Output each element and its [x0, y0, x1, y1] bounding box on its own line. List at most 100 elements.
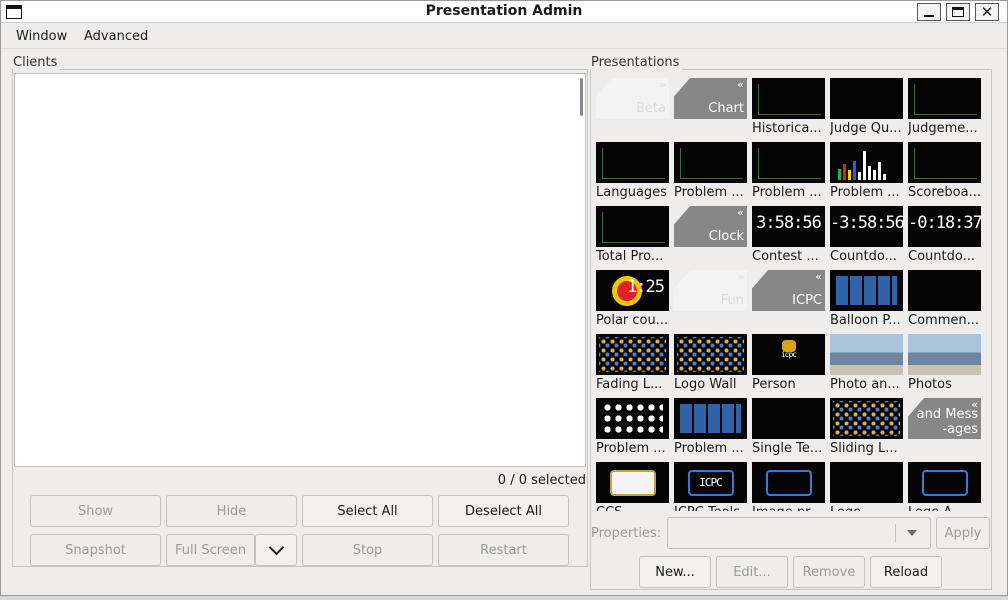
- presentation-tile-label: Person: [752, 377, 796, 392]
- properties-label: Properties:: [591, 526, 662, 541]
- hide-button[interactable]: Hide: [166, 495, 297, 527]
- presentation-tile[interactable]: Scoreboa...: [908, 142, 982, 204]
- presentation-tile[interactable]: 1:25 Polar cou...: [596, 270, 670, 332]
- folder-expand-icon: »: [659, 78, 666, 91]
- reload-button[interactable]: Reload: [870, 556, 942, 588]
- presentation-thumbnail: « ICPC: [752, 270, 825, 311]
- presentation-tile[interactable]: Problem ...: [752, 142, 826, 204]
- category-label: Clock: [708, 229, 744, 244]
- edit-button[interactable]: Edit...: [716, 556, 788, 588]
- select-all-button[interactable]: Select All: [302, 495, 433, 527]
- presentation-thumbnail: [830, 78, 903, 119]
- presentation-tile[interactable]: Photos: [908, 334, 982, 396]
- photo-preview: [908, 334, 981, 375]
- presentation-thumbnail: [830, 270, 903, 311]
- window-title: Presentation Admin: [425, 3, 583, 19]
- window-minimize-icon: [924, 15, 934, 17]
- presentation-thumbnail: [752, 462, 825, 503]
- presentation-tile[interactable]: Judgeme...: [908, 78, 982, 140]
- maximize-button[interactable]: [946, 3, 970, 21]
- presentation-tile-label: Problem ...: [674, 441, 744, 456]
- presentation-tile[interactable]: 3:58:56 Contest ...: [752, 206, 826, 268]
- presentation-tile-label: Countdo...: [830, 249, 897, 264]
- presentation-tile[interactable]: Fading L...: [596, 334, 670, 396]
- presentation-tile[interactable]: « Clock: [674, 206, 748, 268]
- presentation-tile[interactable]: Historica...: [752, 78, 826, 140]
- block-grid-preview: [836, 276, 897, 305]
- presentation-tile[interactable]: Logo Wall: [674, 334, 748, 396]
- presentation-tile[interactable]: «and Mess -ages: [908, 398, 982, 460]
- presentation-tile[interactable]: » Fun: [674, 270, 748, 332]
- presentation-tile-label: ICPC Tools: [674, 505, 750, 511]
- presentation-tile[interactable]: Problem ...: [596, 398, 670, 460]
- presentation-tile-label: Judge Qu...: [830, 121, 902, 136]
- properties-select[interactable]: [667, 517, 931, 549]
- category-label: Fun: [720, 293, 744, 308]
- presentation-tile[interactable]: -3:58:56 Countdo...: [830, 206, 904, 268]
- presentation-tile[interactable]: CCS ...: [596, 462, 670, 511]
- presentation-tile[interactable]: icpc Person: [752, 334, 826, 396]
- presentation-tile[interactable]: Photo an...: [830, 334, 904, 396]
- chart-preview: [914, 148, 977, 179]
- full-screen-button[interactable]: Full Screen: [166, 534, 255, 566]
- presentation-tile-label: Problem ...: [674, 185, 744, 200]
- presentation-tile-label: Contest ...: [752, 249, 819, 264]
- presentation-tile[interactable]: Problem ...: [830, 142, 904, 204]
- client-list-scrollbar[interactable]: [580, 78, 583, 116]
- presentation-thumbnail: [752, 398, 825, 439]
- deselect-all-button[interactable]: Deselect All: [438, 495, 569, 527]
- client-list[interactable]: [14, 73, 586, 467]
- presentation-tile[interactable]: Problem ...: [674, 142, 748, 204]
- presentation-thumbnail: [596, 142, 669, 183]
- category-label: Chart: [708, 101, 744, 116]
- presentation-tile[interactable]: Sliding L...: [830, 398, 904, 460]
- presentation-thumbnail: [752, 78, 825, 119]
- menu-advanced[interactable]: Advanced: [84, 29, 148, 44]
- show-button[interactable]: Show: [30, 495, 161, 527]
- snapshot-button[interactable]: Snapshot: [30, 534, 161, 566]
- presentation-tile[interactable]: Logo: [830, 462, 904, 511]
- presentation-tile[interactable]: « Chart: [674, 78, 748, 140]
- apply-button[interactable]: Apply: [936, 517, 990, 549]
- presentation-tile[interactable]: Balloon P...: [830, 270, 904, 332]
- presentation-tile[interactable]: Languages: [596, 142, 670, 204]
- presentation-tile[interactable]: Image pr...: [752, 462, 826, 511]
- presentation-tile[interactable]: Problem ...: [674, 398, 748, 460]
- presentation-thumbnail: icpc: [752, 334, 825, 375]
- full-screen-options-button[interactable]: [255, 534, 297, 566]
- presentation-thumbnail: [908, 462, 981, 503]
- presentation-tile-label: Judgeme...: [908, 121, 978, 136]
- minimize-button[interactable]: [917, 3, 941, 21]
- presentation-thumbnail: [674, 334, 747, 375]
- selected-count: 0 / 0 selected: [497, 473, 586, 488]
- presentation-tile[interactable]: » Beta: [596, 78, 670, 140]
- presentation-tile[interactable]: ICPC ICPC Tools: [674, 462, 748, 511]
- presentation-thumbnail: 1:25: [596, 270, 669, 311]
- window-maximize-icon: [952, 7, 964, 17]
- presentation-tile[interactable]: Total Pro...: [596, 206, 670, 268]
- category-label: and Mess -ages: [916, 407, 978, 437]
- presentation-thumbnail: 3:58:56: [752, 206, 825, 247]
- new-button[interactable]: New...: [639, 556, 711, 588]
- menu-window[interactable]: Window: [16, 29, 67, 44]
- presentation-tile[interactable]: Commen...: [908, 270, 982, 332]
- presentation-tile-label: Problem ...: [830, 185, 900, 200]
- stop-button[interactable]: Stop: [302, 534, 433, 566]
- presentation-tile[interactable]: -0:18:37 Countdo...: [908, 206, 982, 268]
- photo-preview: [830, 334, 903, 375]
- folder-expand-icon: »: [737, 270, 744, 283]
- presentation-tile[interactable]: Logo A...: [908, 462, 982, 511]
- menu-bar: Window Advanced: [1, 25, 1007, 49]
- presentation-tile[interactable]: « ICPC: [752, 270, 826, 332]
- presentation-tile[interactable]: Single Te...: [752, 398, 826, 460]
- presentation-tile[interactable]: Judge Qu...: [830, 78, 904, 140]
- presentation-tile-label: Logo: [830, 505, 906, 511]
- presentation-gallery[interactable]: » Beta « Chart Historica... Judge Qu... Judgem…: [593, 73, 991, 511]
- remove-button[interactable]: Remove: [793, 556, 865, 588]
- presentation-thumbnail: [908, 334, 981, 375]
- presentation-tile-label: Commen...: [908, 313, 979, 328]
- clock-preview: 1:25: [627, 277, 665, 297]
- close-button[interactable]: ✕: [975, 3, 999, 21]
- restart-button[interactable]: Restart: [438, 534, 569, 566]
- chart-preview: [602, 148, 665, 179]
